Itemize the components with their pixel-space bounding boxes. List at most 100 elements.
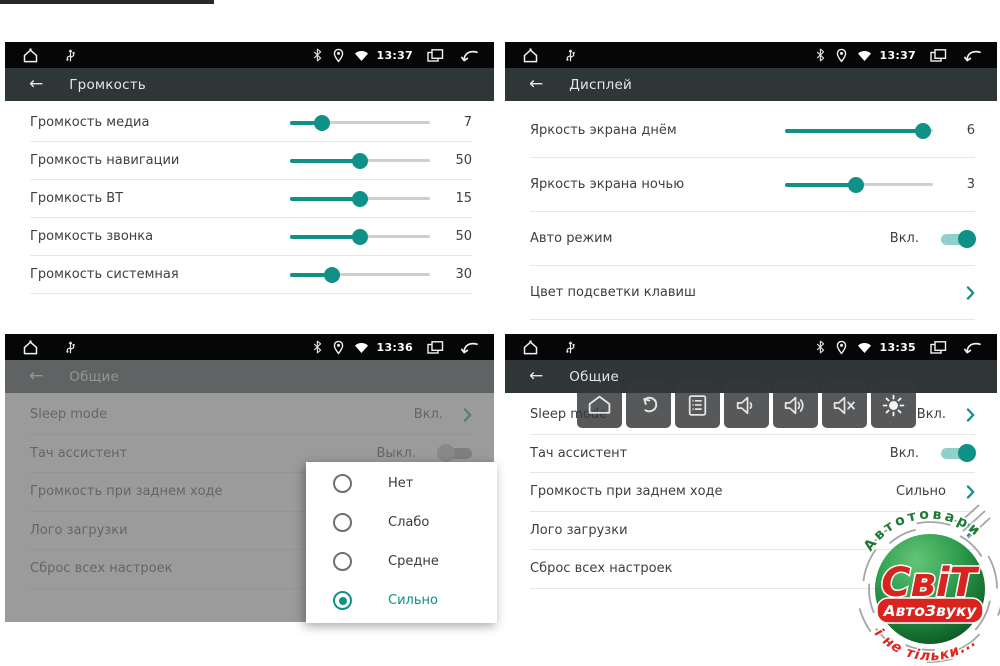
- slider-thumb[interactable]: [352, 191, 368, 207]
- row-value: Вкл.: [890, 446, 919, 461]
- row-label: Громкость при заднем ходе: [530, 484, 896, 499]
- chevron-right-icon: [966, 286, 975, 300]
- row-value: Вкл.: [917, 407, 946, 422]
- slider-thumb[interactable]: [314, 115, 330, 131]
- chevron-right-icon: [966, 408, 975, 422]
- reverse-volume-dialog: Нет Слабо Средне Сильно: [306, 462, 497, 623]
- volume-slider[interactable]: [785, 176, 933, 194]
- volume-slider[interactable]: [290, 114, 430, 132]
- wifi-icon: [354, 49, 369, 62]
- settings-row[interactable]: Громкость звонка50: [30, 218, 472, 256]
- volume-slider[interactable]: [290, 190, 430, 208]
- settings-list: Громкость медиа7Громкость навигации50Гро…: [5, 101, 494, 294]
- settings-row[interactable]: Авто режимВкл.: [530, 212, 975, 266]
- slider-thumb[interactable]: [915, 123, 931, 139]
- settings-row[interactable]: Лого загрузки: [530, 512, 975, 551]
- slider-value: 50: [444, 153, 472, 168]
- volume-low-button[interactable]: [724, 382, 769, 428]
- panel-display-settings: 13:37 ← Дисплей Яркость экрана днём6Ярко…: [505, 42, 997, 328]
- home-button[interactable]: [577, 382, 622, 428]
- recent-apps-icon[interactable]: [426, 340, 445, 355]
- row-label: Громкость системная: [30, 267, 280, 282]
- slider-thumb[interactable]: [848, 177, 864, 193]
- row-label: Лого загрузки: [530, 523, 946, 538]
- radio-button-icon[interactable]: [333, 474, 352, 493]
- chevron-right-icon: [966, 523, 975, 537]
- bluetooth-icon: [815, 340, 826, 354]
- home-icon[interactable]: [521, 47, 540, 64]
- recent-apps-icon[interactable]: [426, 48, 445, 63]
- home-icon[interactable]: [21, 339, 40, 356]
- radio-option-label: Сильно: [388, 593, 438, 608]
- mute-icon: [831, 392, 858, 419]
- volume-slider[interactable]: [785, 122, 933, 140]
- usb-icon: [564, 339, 577, 355]
- volume-low-icon: [733, 392, 760, 419]
- quick-controls-toolbar: [577, 382, 920, 428]
- row-label: Яркость экрана ночью: [530, 177, 775, 192]
- back-nav-icon[interactable]: [963, 48, 983, 63]
- location-icon: [332, 340, 345, 355]
- settings-row[interactable]: Цвет подсветки клавиш: [530, 266, 975, 320]
- wifi-icon: [857, 49, 872, 62]
- row-label: Громкость звонка: [30, 229, 280, 244]
- usb-icon: [564, 47, 577, 63]
- settings-row[interactable]: Тач ассистентВкл.: [530, 435, 975, 474]
- list-button[interactable]: [675, 382, 720, 428]
- panel-volume-settings: 13:37 ← Громкость Громкость медиа7Громко…: [5, 42, 494, 328]
- volume-slider[interactable]: [290, 152, 430, 170]
- back-arrow-icon[interactable]: ←: [529, 368, 543, 385]
- radio-option[interactable]: Нет: [306, 464, 497, 503]
- settings-row[interactable]: Громкость при заднем ходеСильно: [530, 473, 975, 512]
- settings-row[interactable]: Громкость навигации50: [30, 142, 472, 180]
- volume-slider[interactable]: [290, 266, 430, 284]
- back-nav-icon[interactable]: [460, 340, 480, 355]
- row-label: Тач ассистент: [530, 446, 890, 461]
- settings-row[interactable]: Громкость BT15: [30, 180, 472, 218]
- toggle-switch[interactable]: [941, 230, 975, 248]
- brightness-button[interactable]: [871, 382, 916, 428]
- status-bar: 13:36: [5, 334, 494, 360]
- radio-button-icon[interactable]: [333, 552, 352, 571]
- location-icon: [332, 48, 345, 63]
- page-title: Громкость: [69, 77, 146, 93]
- settings-row[interactable]: Сброс всех настроек: [530, 550, 975, 589]
- radio-option[interactable]: Слабо: [306, 503, 497, 542]
- row-value: Вкл.: [890, 231, 919, 246]
- radio-option[interactable]: Сильно: [306, 581, 497, 620]
- volume-slider[interactable]: [290, 228, 430, 246]
- screenshot-collage: { "colors": { "accent": "#0f9188", "stat…: [0, 0, 1000, 666]
- mute-button[interactable]: [822, 382, 867, 428]
- back-button[interactable]: [626, 382, 671, 428]
- toggle-switch[interactable]: [941, 444, 975, 462]
- radio-option-label: Слабо: [388, 515, 429, 530]
- settings-row[interactable]: Громкость системная 30: [30, 256, 472, 294]
- usb-icon: [64, 339, 77, 355]
- radio-option[interactable]: Средне: [306, 542, 497, 581]
- status-clock: 13:37: [376, 49, 413, 62]
- settings-row[interactable]: Яркость экрана днём6: [530, 104, 975, 158]
- home-icon[interactable]: [521, 339, 540, 356]
- slider-thumb[interactable]: [352, 153, 368, 169]
- radio-button-icon[interactable]: [333, 513, 352, 532]
- radio-button-icon[interactable]: [333, 591, 352, 610]
- home-icon: [586, 392, 613, 419]
- slider-value: 30: [444, 267, 472, 282]
- back-icon: [635, 392, 662, 419]
- back-nav-icon[interactable]: [460, 48, 480, 63]
- back-arrow-icon[interactable]: ←: [29, 76, 43, 93]
- chevron-right-icon: [966, 562, 975, 576]
- slider-thumb[interactable]: [324, 267, 340, 283]
- back-nav-icon[interactable]: [963, 340, 983, 355]
- back-arrow-icon[interactable]: ←: [529, 76, 543, 93]
- recent-apps-icon[interactable]: [929, 48, 948, 63]
- recent-apps-icon[interactable]: [929, 340, 948, 355]
- settings-row[interactable]: Громкость медиа7: [30, 104, 472, 142]
- settings-row[interactable]: Яркость экрана ночью3: [530, 158, 975, 212]
- status-clock: 13:35: [879, 341, 916, 354]
- home-icon[interactable]: [21, 47, 40, 64]
- bluetooth-icon: [312, 48, 323, 62]
- volume-high-button[interactable]: [773, 382, 818, 428]
- slider-thumb[interactable]: [352, 229, 368, 245]
- row-label: Громкость BT: [30, 191, 280, 206]
